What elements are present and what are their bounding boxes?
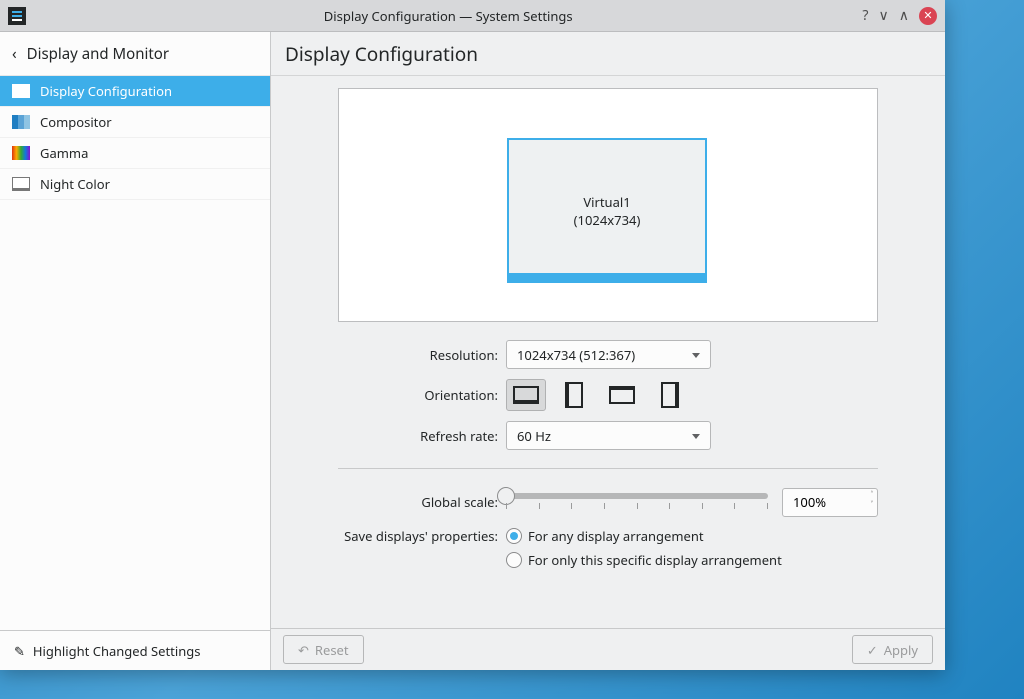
apply-label: Apply (884, 641, 918, 659)
landscape-icon (513, 386, 539, 404)
sidebar-item-night-color[interactable]: Night Color (0, 169, 270, 200)
chevron-left-icon: ‹ (12, 44, 17, 64)
spin-arrows: ˄ ˅ (871, 491, 873, 509)
preview-display-virtual1[interactable]: Virtual1 (1024x734) (507, 138, 707, 283)
sidebar-category-title: Display and Monitor (27, 44, 169, 64)
landscape-flipped-icon (609, 386, 635, 404)
label-orientation: Orientation: (338, 386, 506, 404)
check-icon: ✓ (867, 641, 878, 659)
resolution-value: 1024x734 (512:367) (517, 346, 635, 364)
spin-up-icon[interactable]: ˄ (871, 491, 873, 499)
portrait-right-icon (661, 382, 679, 408)
highlight-icon: ✎ (14, 642, 25, 660)
row-save-props: Save displays' properties: For any displ… (338, 527, 878, 575)
portrait-left-icon (565, 382, 583, 408)
highlight-label: Highlight Changed Settings (33, 642, 201, 660)
sidebar-item-label: Gamma (40, 144, 88, 162)
orientation-group (506, 379, 878, 411)
global-scale-value: 100% (793, 493, 826, 511)
main-footer: ↶ Reset ✓ Apply (271, 628, 945, 670)
window-title: Display Configuration — System Settings (34, 7, 862, 25)
compositor-icon (12, 115, 30, 129)
close-icon[interactable]: ✕ (919, 7, 937, 25)
minimize-icon[interactable]: ∨ (879, 6, 889, 25)
label-global-scale: Global scale: (338, 493, 506, 511)
main-header: Display Configuration (271, 32, 945, 76)
display-layout-preview[interactable]: Virtual1 (1024x734) (338, 88, 878, 322)
spin-down-icon[interactable]: ˅ (871, 501, 873, 509)
maximize-icon[interactable]: ∧ (899, 6, 909, 25)
radio-icon (506, 528, 522, 544)
resolution-select[interactable]: 1024x734 (512:367) (506, 340, 711, 369)
row-resolution: Resolution: 1024x734 (512:367) (338, 340, 878, 369)
window-controls: ? ∨ ∧ ✕ (862, 6, 937, 25)
preview-display-name: Virtual1 (583, 193, 630, 211)
night-color-icon (12, 177, 30, 191)
page-title: Display Configuration (285, 41, 478, 67)
label-save-props: Save displays' properties: (338, 527, 506, 545)
titlebar[interactable]: Display Configuration — System Settings … (0, 0, 945, 32)
preview-display-resolution: (1024x734) (574, 211, 641, 229)
settings-window: Display Configuration — System Settings … (0, 0, 945, 670)
row-global-scale: Global scale: 100% (338, 487, 878, 517)
display-icon (12, 84, 30, 98)
main-body: Virtual1 (1024x734) Resolution: 1024x734… (271, 76, 945, 628)
help-icon[interactable]: ? (862, 6, 868, 25)
orientation-landscape-button[interactable] (506, 379, 546, 411)
separator (338, 468, 878, 469)
sidebar-item-label: Night Color (40, 175, 110, 193)
radio-icon (506, 552, 522, 568)
global-scale-spinbox[interactable]: 100% ˄ ˅ (782, 488, 878, 517)
radio-any-arrangement[interactable]: For any display arrangement (506, 527, 878, 545)
sidebar-item-compositor[interactable]: Compositor (0, 107, 270, 138)
row-refresh-rate: Refresh rate: 60 Hz (338, 421, 878, 450)
slider-ticks (506, 503, 768, 509)
app-icon (8, 7, 26, 25)
global-scale-slider[interactable] (506, 487, 768, 517)
radio-any-label: For any display arrangement (528, 527, 704, 545)
radio-specific-label: For only this specific display arrangeme… (528, 551, 782, 569)
label-resolution: Resolution: (338, 346, 506, 364)
row-orientation: Orientation: (338, 379, 878, 411)
settings-form: Resolution: 1024x734 (512:367) Orientati… (338, 340, 878, 575)
orientation-portrait-right-button[interactable] (650, 379, 690, 411)
sidebar-item-gamma[interactable]: Gamma (0, 138, 270, 169)
reset-label: Reset (315, 641, 349, 659)
undo-icon: ↶ (298, 641, 309, 659)
sidebar-back[interactable]: ‹ Display and Monitor (0, 32, 270, 76)
refresh-rate-select[interactable]: 60 Hz (506, 421, 711, 450)
reset-button[interactable]: ↶ Reset (283, 635, 364, 664)
refresh-rate-value: 60 Hz (517, 427, 551, 445)
sidebar: ‹ Display and Monitor Display Configurat… (0, 32, 271, 670)
orientation-portrait-left-button[interactable] (554, 379, 594, 411)
highlight-changed-button[interactable]: ✎ Highlight Changed Settings (0, 630, 270, 670)
label-refresh-rate: Refresh rate: (338, 427, 506, 445)
orientation-landscape-flipped-button[interactable] (602, 379, 642, 411)
apply-button[interactable]: ✓ Apply (852, 635, 933, 664)
sidebar-item-label: Compositor (40, 113, 112, 131)
radio-specific-arrangement[interactable]: For only this specific display arrangeme… (506, 551, 878, 569)
main-panel: Display Configuration Virtual1 (1024x734… (271, 32, 945, 670)
slider-bar (506, 493, 768, 499)
gamma-icon (12, 146, 30, 160)
sidebar-item-label: Display Configuration (40, 82, 172, 100)
sidebar-items: Display Configuration Compositor Gamma N… (0, 76, 270, 630)
sidebar-item-display-configuration[interactable]: Display Configuration (0, 76, 270, 107)
content-area: ‹ Display and Monitor Display Configurat… (0, 32, 945, 670)
